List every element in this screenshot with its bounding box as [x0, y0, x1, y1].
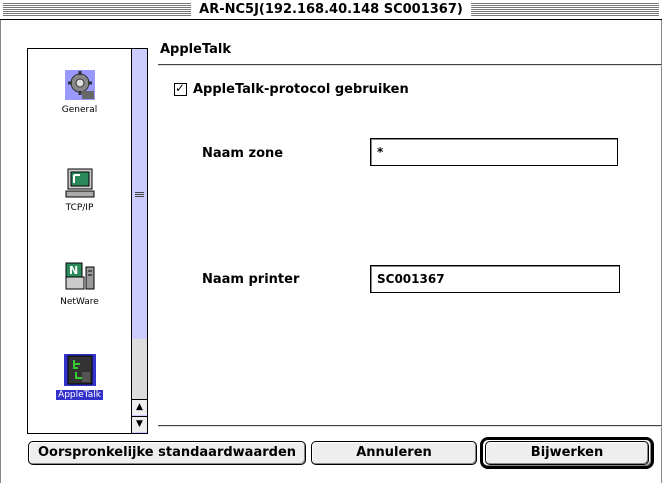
cancel-button[interactable]: Annuleren [311, 441, 477, 465]
sidebar-item-general[interactable]: General [28, 69, 131, 116]
checkbox-label: AppleTalk-protocol gebruiken [193, 82, 409, 97]
update-button[interactable]: Bijwerken [485, 441, 649, 465]
zone-field[interactable]: * [370, 138, 618, 166]
sidebar-item-label: NetWare [60, 297, 99, 307]
restore-defaults-button[interactable]: Oorspronkelijke standaardwaarden [28, 441, 306, 465]
sidebar-item-label: General [61, 105, 98, 115]
sidebar-item-tcpip[interactable]: TCP/IP [28, 167, 131, 214]
scrollbar-grip-icon [135, 192, 144, 198]
panel-divider-top [158, 64, 662, 66]
sidebar-item-label: TCP/IP [65, 203, 94, 213]
window-title: AR-NC5J(192.168.40.148 SC001367) [191, 1, 471, 18]
appletalk-protocol-checkbox[interactable] [174, 81, 187, 96]
appletalk-protocol-checkbox-row[interactable]: AppleTalk-protocol gebruiken [174, 81, 409, 97]
scroll-up-arrow-icon[interactable]: ▲ [132, 399, 147, 415]
panel-title: AppleTalk [160, 42, 232, 57]
zone-label: Naam zone [202, 146, 284, 161]
sidebar-item-netware[interactable]: N NetWare [28, 261, 131, 308]
scrollbar-thumb[interactable] [132, 339, 147, 399]
computer-icon [64, 167, 96, 199]
sidebar-item-label: AppleTalk [56, 390, 103, 400]
scroll-down-arrow-icon[interactable]: ▼ [132, 416, 147, 432]
gear-icon [64, 69, 96, 101]
category-scrollbar[interactable]: ▲ ▼ [131, 49, 147, 433]
category-list[interactable]: General TCP/IP N NetWare AppleTalk ▲ ▼ [27, 48, 148, 434]
svg-text:N: N [69, 264, 78, 277]
network-icon: N [64, 261, 96, 293]
printer-name-field[interactable]: SC001367 [370, 265, 620, 293]
title-bar[interactable]: AR-NC5J(192.168.40.148 SC001367) [0, 0, 662, 20]
sidebar-item-appletalk[interactable]: AppleTalk [28, 354, 131, 401]
appletalk-icon [63, 354, 96, 386]
panel-divider-bottom [158, 425, 662, 427]
printer-label: Naam printer [202, 272, 300, 287]
